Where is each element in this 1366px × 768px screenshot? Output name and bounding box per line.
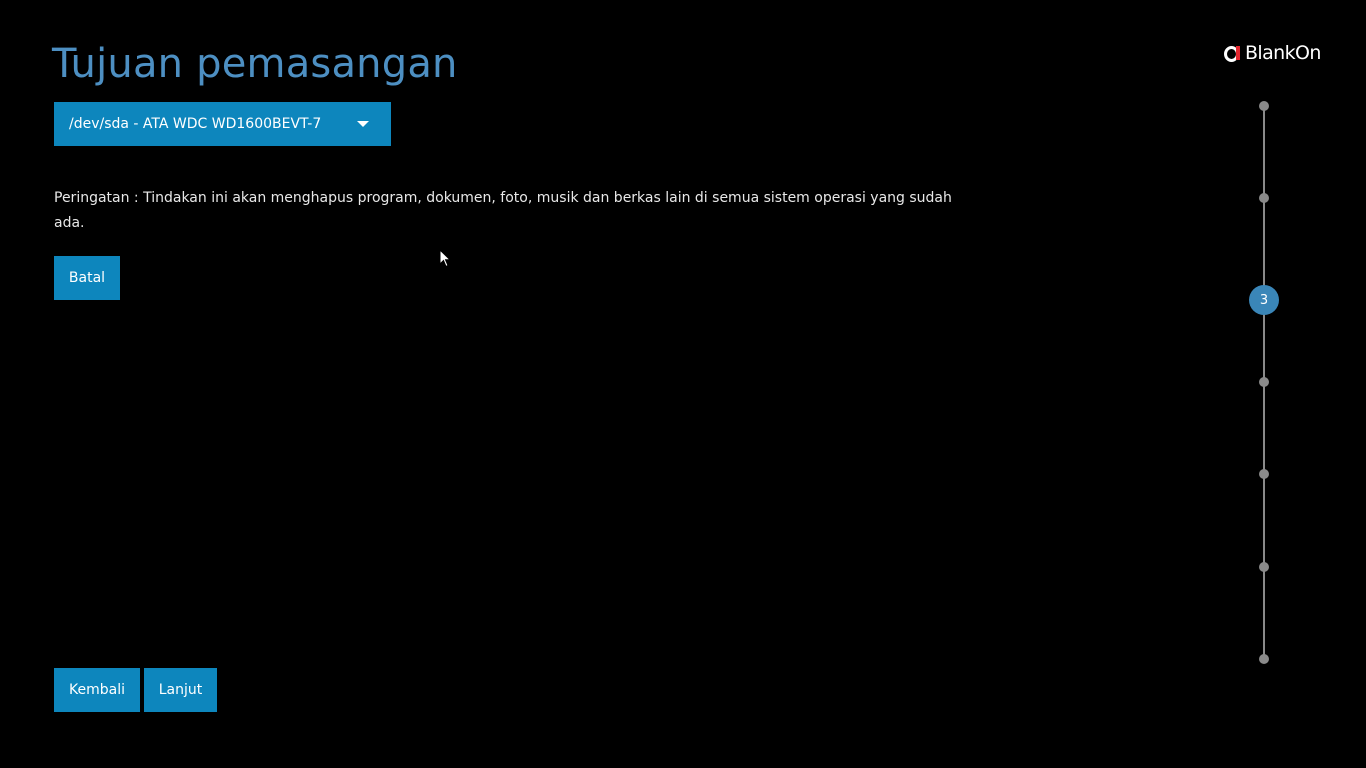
brand-name: BlankOn — [1245, 42, 1321, 64]
brand-logo: BlankOn — [1224, 40, 1321, 66]
installer-page: Tujuan pemasangan BlankOn /dev/sda - ATA… — [0, 0, 1366, 768]
step-current-indicator: 3 — [1249, 285, 1279, 315]
step-dot-6 — [1259, 562, 1269, 572]
step-dot-2 — [1259, 193, 1269, 203]
disk-select-value: /dev/sda - ATA WDC WD1600BEVT-7 — [69, 116, 322, 132]
next-button[interactable]: Lanjut — [144, 668, 217, 712]
step-dot-4 — [1259, 377, 1269, 387]
mouse-pointer-icon — [439, 249, 452, 268]
disk-select-dropdown[interactable]: /dev/sda - ATA WDC WD1600BEVT-7 — [54, 102, 391, 146]
page-title: Tujuan pemasangan — [52, 41, 458, 87]
cancel-button[interactable]: Batal — [54, 256, 120, 300]
blankon-logo-icon — [1224, 45, 1240, 62]
step-dot-5 — [1259, 469, 1269, 479]
warning-text: Peringatan : Tindakan ini akan menghapus… — [54, 190, 952, 231]
back-button[interactable]: Kembali — [54, 668, 140, 712]
step-dot-7 — [1259, 654, 1269, 664]
chevron-down-icon — [357, 121, 369, 127]
step-dot-1 — [1259, 101, 1269, 111]
